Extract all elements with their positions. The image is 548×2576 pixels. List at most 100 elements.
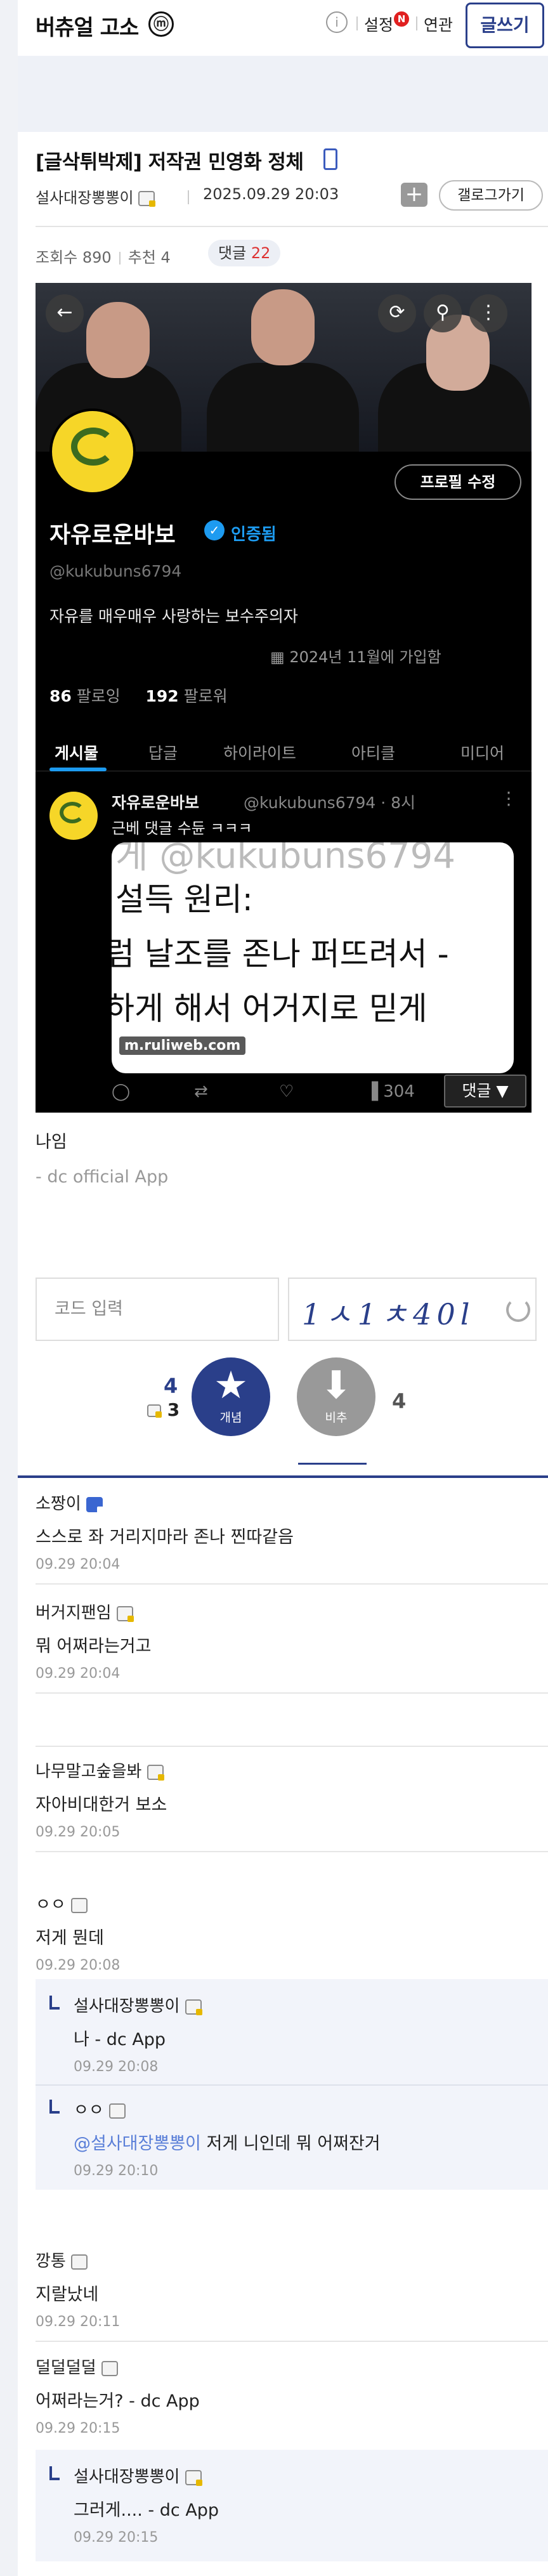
reply-arrow-icon xyxy=(49,2466,60,2480)
write-button[interactable]: 글쓰기 xyxy=(466,3,544,48)
comment-count: 22 xyxy=(251,244,271,262)
comments-top-border xyxy=(18,1475,548,1478)
divider xyxy=(36,226,548,227)
comment-count-button[interactable]: 댓글 22 xyxy=(208,240,281,266)
reply-comment: ㅇㅇ @설사대장뽕뽕이 저게 니인데 뭐 어쩌잔거 09.29 20:10 xyxy=(74,2097,381,2179)
post-image[interactable]: ← ⟳ ⚲ ⋮ 프로필 수정 자유로운바보 ✓ 인증됨 @kukubuns679… xyxy=(36,283,532,1113)
profile-tabs: 게시물 답글 하이라이트 아티클 미디어 xyxy=(36,732,532,771)
fixed-nick-icon xyxy=(185,1999,202,2015)
comment: 버거지팬임 뭐 어쩌라는거고 09.29 20:04 xyxy=(36,1600,151,1682)
refresh-icon[interactable]: ⟳ xyxy=(378,294,416,332)
comment-nick: 소짱이 xyxy=(36,1494,81,1514)
comment-nick: ㅇㅇ xyxy=(74,2101,104,2120)
comment-nick: 설사대장뽕뽕이 xyxy=(74,2468,180,2487)
comment-nick: 설사대장뽕뽕이 xyxy=(74,1997,180,2016)
divider xyxy=(36,1583,548,1585)
comment-label: 댓글 xyxy=(218,244,247,262)
minor-gallery-badge: ⓜ xyxy=(148,11,174,37)
comment-time: 09.29 20:05 xyxy=(36,1824,121,1840)
gallog-button[interactable]: 갤로그가기 xyxy=(439,180,543,211)
comment-nick: 깡통 xyxy=(36,2252,66,2271)
mention-link[interactable]: @설사대장뽕뽕이 xyxy=(74,2134,201,2154)
page: 버츄얼 고소 ⓜ i 설정 N 연관 글쓰기 [글삭튀박제] 저작권 민영화 정… xyxy=(0,0,548,2576)
comment-time: 09.29 20:11 xyxy=(36,2314,121,2330)
reply-comment: 설사대장뽕뽕이 나 - dc App 09.29 20:08 xyxy=(74,1993,202,2075)
site-header: 버츄얼 고소 ⓜ i 설정 N 연관 글쓰기 xyxy=(18,0,548,56)
tweet-author: 자유로운바보 xyxy=(112,794,200,812)
comment-time: 09.29 20:04 xyxy=(36,1557,121,1572)
back-icon[interactable]: ← xyxy=(46,294,84,332)
tab-articles: 아티클 xyxy=(351,744,396,762)
mobile-icon xyxy=(323,148,337,170)
ad-banner xyxy=(18,56,548,132)
code-input[interactable]: 코드 입력 xyxy=(36,1278,279,1341)
reply-icon: ◯ xyxy=(112,1082,131,1101)
comment-text: 뭐 어쩌라는거고 xyxy=(36,1637,152,1656)
verified-icon: ✓ xyxy=(204,520,225,540)
comment-text: 지랄났네 xyxy=(36,2285,99,2305)
reply-comment: 설사대장뽕뽕이 그러게.... - dc App 09.29 20:15 xyxy=(74,2464,219,2546)
post-stats: 조회수 890 추천 4 xyxy=(36,245,171,267)
profile-handle: @kukubuns6794 xyxy=(49,562,182,580)
info-icon[interactable]: i xyxy=(326,11,348,33)
edit-profile-button: 프로필 수정 xyxy=(395,464,521,500)
comment-time: 09.29 20:08 xyxy=(36,1958,121,1973)
divider xyxy=(36,2341,548,2342)
tweet-more-icon: ⋮ xyxy=(500,788,518,809)
refresh-captcha-icon[interactable] xyxy=(506,1298,530,1322)
tab-replies: 답글 xyxy=(148,744,178,762)
views-icon: ▐ 304 xyxy=(365,1082,415,1101)
tab-highlights: 하이라이트 xyxy=(223,744,297,762)
watermark: m.ruliweb.com xyxy=(119,1036,246,1055)
profile-follows: 86 팔로잉 192 팔로워 xyxy=(49,687,228,705)
gallery-logo[interactable]: 버츄얼 고소 xyxy=(36,10,139,41)
comment: ㅇㅇ 저게 뭔데 09.29 20:08 xyxy=(36,1892,120,1973)
fixed-nick-icon xyxy=(138,191,156,207)
guest-icon xyxy=(71,2254,88,2270)
tweet-avatar xyxy=(49,792,98,840)
tab-posts: 게시물 xyxy=(55,744,99,762)
divider xyxy=(188,190,189,204)
tweet-meta: @kukubuns6794 · 8시 xyxy=(244,794,416,812)
reply-arrow-icon xyxy=(49,1996,60,2010)
divider xyxy=(36,1851,548,1852)
view-count: 조회수 890 xyxy=(36,249,112,266)
reply-arrow-icon xyxy=(49,2100,60,2114)
post-title: [글삭튀박제] 저작권 민영화 정체 xyxy=(36,151,304,174)
profile-bio: 자유를 매우매우 사랑하는 보수주의자 xyxy=(49,607,298,625)
author-name[interactable]: 설사대장뽕뽕이 xyxy=(36,189,134,207)
tweet-image-ghost-text: 게 @kukubuns6794 xyxy=(115,842,455,877)
like-icon: ♡ xyxy=(279,1082,294,1101)
guest-icon xyxy=(101,2360,118,2376)
settings-link[interactable]: 설정 xyxy=(364,13,393,36)
profile-name: 자유로운바보 xyxy=(49,522,176,548)
upvote-count: 4 xyxy=(164,1374,178,1398)
related-link[interactable]: 연관 xyxy=(424,13,453,36)
search-icon[interactable]: ⚲ xyxy=(424,294,462,332)
divider xyxy=(356,16,358,30)
recommend-count: 추천 4 xyxy=(127,249,171,266)
upvote-button[interactable]: ★ 개념 xyxy=(192,1357,270,1436)
tab-media: 미디어 xyxy=(460,744,505,762)
comment-text: 나 - dc App xyxy=(74,2030,166,2050)
fixed-nick-icon xyxy=(185,2469,202,2486)
post-date: 2025.09.29 20:03 xyxy=(203,185,339,203)
post-signature: - dc official App xyxy=(36,1167,169,1187)
comment-text: 스스로 좌 거리지마라 존나 찐따같음 xyxy=(36,1527,294,1547)
captcha-code: 1ㅅ1ㅊ40l xyxy=(302,1297,475,1331)
downvote-button[interactable]: ⬇ 비추 xyxy=(297,1357,375,1436)
tweet-text: 근베 댓글 수듄 ㅋㅋㅋ xyxy=(112,820,252,837)
comment-dropdown: 댓글 ▼ xyxy=(444,1075,526,1108)
tweet-image-line: 하게 해서 어거지로 믿게 xyxy=(112,990,427,1027)
add-icon[interactable]: + xyxy=(401,183,427,207)
divider xyxy=(298,1463,367,1465)
fixed-nick-icon xyxy=(147,1764,164,1781)
more-icon[interactable]: ⋮ xyxy=(469,294,507,332)
downvote-count: 4 xyxy=(392,1389,407,1413)
comment-time: 09.29 20:15 xyxy=(74,2530,159,2546)
comment: 나무말고숲을봐 자아비대한거 보소 09.29 20:05 xyxy=(36,1758,167,1840)
post-author[interactable]: 설사대장뽕뽕이 xyxy=(36,185,156,207)
comment: 깡통 지랄났네 09.29 20:11 xyxy=(36,2248,120,2330)
tweet-image: 게 @kukubuns6794 설득 원리: 럼 날조를 존나 퍼뜨려서 - 하… xyxy=(112,842,514,1073)
divider xyxy=(416,16,417,30)
